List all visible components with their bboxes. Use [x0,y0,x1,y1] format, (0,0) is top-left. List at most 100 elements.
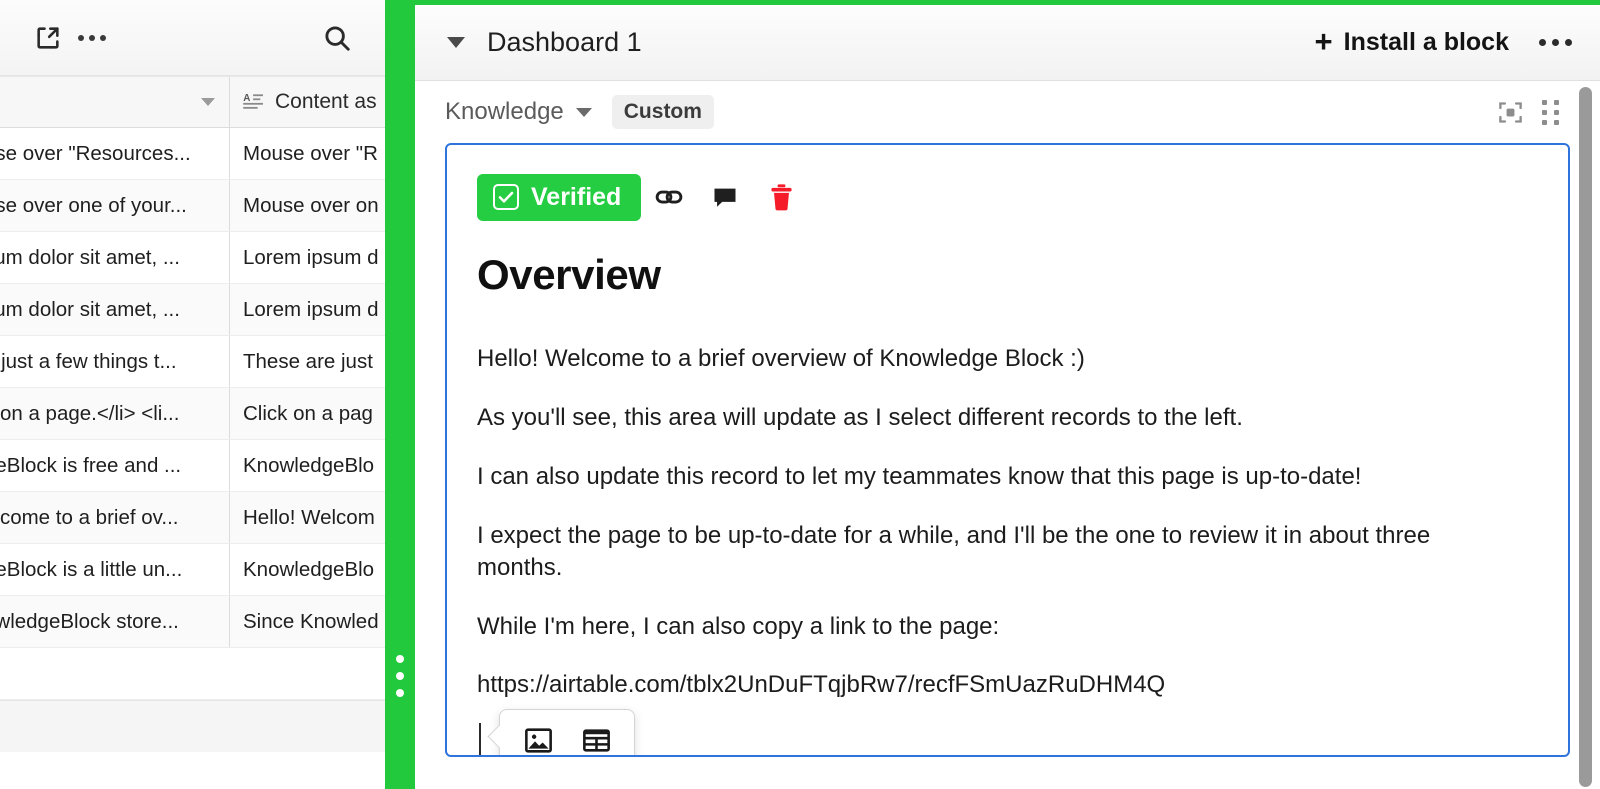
cell-text: Hello! Welcom [243,505,375,529]
cell-primary: k on a page.</li> <li... [0,388,230,439]
cell-primary: geBlock is a little un... [0,544,230,595]
column-header-label: Content as [275,90,377,113]
records-list-panel: A Content as use over "Resources... Mous… [0,0,385,789]
cell-text: owledgeBlock store... [0,609,179,633]
cell-text: geBlock is free and ... [0,453,182,477]
cell-primary: geBlock is free and ... [0,440,230,491]
cell-text: Mouse over "R [243,141,378,165]
cell-primary: sum dolor sit amet, ... [0,232,230,283]
cell-text: sum dolor sit amet, ... [0,297,180,321]
fullscreen-expand-icon[interactable] [1490,92,1530,132]
cell-text: Since Knowled [243,609,379,633]
cell-content-as: These are just [230,336,385,387]
cell-text: KnowledgeBlo [243,453,375,477]
copy-link-icon[interactable] [641,173,697,221]
record-body: Hello! Welcome to a brief overview of Kn… [477,343,1538,755]
knowledge-block-selector[interactable]: Knowledge [445,98,592,126]
cell-text: These are just [243,349,373,373]
cell-text: use over one of your... [0,193,187,217]
grid-body: A Content as use over "Resources... Mous… [0,76,385,752]
column-header-content-as[interactable]: A Content as [230,77,385,127]
cell-content-as: Since Knowled [230,596,385,647]
record-url[interactable]: https://airtable.com/tblx2UnDuFTqjbRw7/r… [477,669,1487,701]
install-a-block-label: Install a block [1343,28,1509,56]
search-icon[interactable] [315,16,359,60]
cell-text: e just a few things t... [0,349,177,373]
sort-caret-icon[interactable] [201,98,215,106]
table-row[interactable]: k on a page.</li> <li... Click on a pag [0,388,385,440]
expand-external-icon[interactable] [26,16,70,60]
resize-grip-handle[interactable] [396,655,404,697]
grid-header-row: A Content as [0,76,385,128]
insert-toolbar [499,709,635,755]
comment-icon[interactable] [697,173,753,221]
table-row[interactable]: e just a few things t... These are just [0,336,385,388]
cell-primary: owledgeBlock store... [0,596,230,647]
cell-text: Lorem ipsum d [243,245,379,269]
checkbox-checked-icon [493,184,519,210]
cell-content-as: Hello! Welcom [230,492,385,543]
body-paragraph: I can also update this record to let my … [477,462,1362,490]
record-title: Overview [477,251,661,298]
table-row[interactable]: sum dolor sit amet, ... Lorem ipsum d [0,232,385,284]
cell-content-as: Mouse over "R [230,128,385,179]
cell-text: elcome to a brief ov... [0,505,179,529]
cell-text: geBlock is a little un... [0,557,183,581]
cell-content-as: Lorem ipsum d [230,232,385,283]
app-root: A Content as use over "Resources... Mous… [0,0,1600,789]
grid-footer [0,700,385,752]
cell-content-as: Click on a pag [230,388,385,439]
custom-chip[interactable]: Custom [611,95,714,129]
cell-text: Lorem ipsum d [243,297,379,321]
cell-text: use over "Resources... [0,141,191,165]
insert-table-icon[interactable] [574,720,618,755]
table-row[interactable]: owledgeBlock store... Since Knowled [0,596,385,648]
record-detail-card: Verified Overview Hello! Welcome to a br… [445,143,1570,757]
insert-image-icon[interactable] [516,720,560,755]
drag-grip-icon[interactable] [1530,92,1570,132]
page-title: Dashboard 1 [487,27,642,57]
cell-primary: use over one of your... [0,180,230,231]
cell-text: Mouse over on [243,193,379,217]
table-row[interactable]: use over "Resources... Mouse over "R [0,128,385,180]
status-badge-label: Verified [531,182,622,211]
more-options-icon[interactable] [1539,39,1572,46]
cell-text: k on a page.</li> <li... [0,401,180,425]
chevron-down-icon[interactable] [447,37,465,48]
column-header-primary[interactable] [0,77,230,127]
dashboard-header: Dashboard 1 + Install a block [415,5,1600,81]
table-row[interactable]: geBlock is free and ... KnowledgeBlo [0,440,385,492]
cell-text: sum dolor sit amet, ... [0,245,180,269]
dashboard-panel: Dashboard 1 + Install a block Knowledge … [415,0,1600,789]
block-name-label: Knowledge [445,98,564,125]
status-badge[interactable]: Verified [477,173,642,221]
scrollbar-thumb[interactable] [1579,87,1592,787]
cell-primary: use over "Resources... [0,128,230,179]
vertical-scrollbar[interactable] [1579,87,1592,787]
add-record-row[interactable] [0,648,385,700]
cell-content-as: Mouse over on [230,180,385,231]
table-row[interactable]: sum dolor sit amet, ... Lorem ipsum d [0,284,385,336]
plus-icon: + [1314,23,1333,59]
chevron-down-icon [575,107,592,117]
body-paragraph: Hello! Welcome to a brief overview of Kn… [477,345,1085,372]
install-a-block-button[interactable]: + Install a block [1314,23,1509,59]
cell-primary: elcome to a brief ov... [0,492,230,543]
body-paragraph: I expect the page to be up-to-date for a… [477,521,1431,581]
cell-content-as: Lorem ipsum d [230,284,385,335]
left-panel-toolbar [0,0,385,76]
cell-content-as: KnowledgeBlo [230,440,385,491]
records-grid: A Content as use over "Resources... Mous… [0,76,385,789]
cell-text: KnowledgeBlo [243,557,375,581]
panel-resize-divider[interactable] [385,0,415,789]
text-cursor [479,723,481,755]
body-paragraph: While I'm here, I can also copy a link t… [477,612,1000,640]
table-row[interactable]: geBlock is a little un... KnowledgeBlo [0,544,385,596]
table-row[interactable]: use over one of your... Mouse over on [0,180,385,232]
delete-trash-icon[interactable] [753,173,809,221]
table-row[interactable]: elcome to a brief ov... Hello! Welcom [0,492,385,544]
cell-primary: sum dolor sit amet, ... [0,284,230,335]
more-options-icon[interactable] [70,16,114,60]
long-text-field-icon: A [243,93,265,111]
body-paragraph: As you'll see, this area will update as … [477,403,1243,431]
